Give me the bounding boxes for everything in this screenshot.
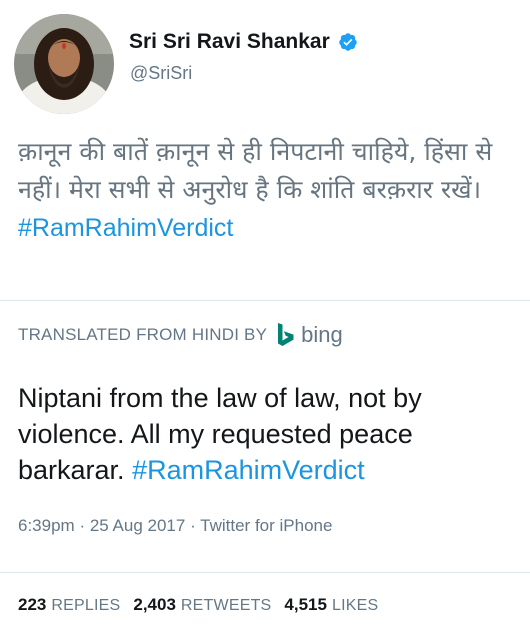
divider	[0, 572, 530, 573]
tweet-date[interactable]: 25 Aug 2017	[90, 516, 185, 535]
original-text: क़ानून की बातें क़ानून से ही निपटानी चाह…	[18, 137, 493, 204]
retweets-label[interactable]: RETWEETS	[181, 597, 272, 615]
tweet-client: Twitter for iPhone	[200, 516, 333, 535]
tweet-time[interactable]: 6:39pm	[18, 516, 75, 535]
tweet-original-text: क़ानून की बातें क़ानून से ही निपटानी चाह…	[18, 133, 518, 247]
tweet-card: Sri Sri Ravi Shankar @SriSri क़ानून की ब…	[0, 0, 530, 636]
likes-count[interactable]: 4,515	[284, 595, 327, 615]
replies-label[interactable]: REPLIES	[51, 597, 120, 615]
tweet-stats: 223 REPLIES 2,403 RETWEETS 4,515 LIKES	[18, 595, 391, 615]
user-name-text[interactable]: Sri Sri Ravi Shankar	[129, 30, 330, 54]
avatar[interactable]	[14, 14, 114, 114]
likes-label[interactable]: LIKES	[332, 597, 378, 615]
retweets-count[interactable]: 2,403	[133, 595, 176, 615]
meta-separator: ·	[79, 516, 86, 535]
bing-text[interactable]: bing	[301, 322, 343, 348]
replies-count[interactable]: 223	[18, 595, 46, 615]
tweet-metadata: 6:39pm · 25 Aug 2017 · Twitter for iPhon…	[18, 516, 332, 536]
bing-logo-icon[interactable]	[277, 322, 295, 348]
original-hashtag-link[interactable]: #RamRahimVerdict	[18, 214, 233, 242]
translated-hashtag-link[interactable]: #RamRahimVerdict	[132, 455, 365, 485]
user-handle[interactable]: @SriSri	[130, 63, 192, 84]
meta-separator: ·	[190, 516, 196, 535]
translated-label: TRANSLATED FROM HINDI BY	[18, 325, 268, 344]
user-name[interactable]: Sri Sri Ravi Shankar	[129, 30, 358, 54]
divider	[0, 300, 530, 301]
translation-attribution: TRANSLATED FROM HINDI BY bing	[18, 322, 343, 348]
tweet-translated-text: Niptani from the law of law, not by viol…	[18, 380, 518, 488]
verified-badge-icon	[339, 33, 357, 51]
